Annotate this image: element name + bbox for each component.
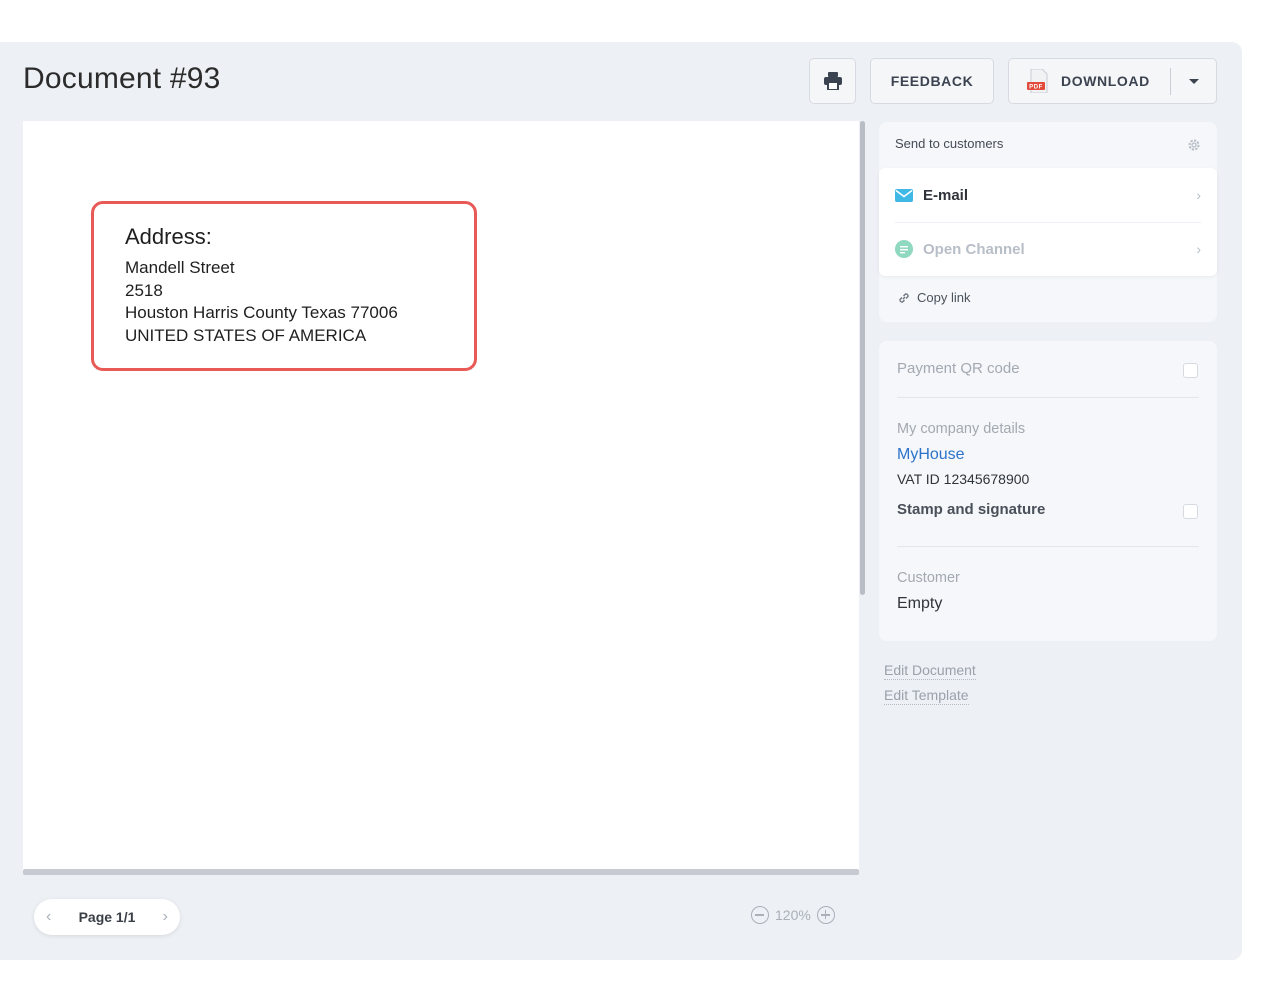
zoom-out-icon[interactable] <box>751 906 769 924</box>
download-divider <box>1170 68 1171 95</box>
zoom-in-icon[interactable] <box>816 906 835 924</box>
address-line-street: Mandell Street <box>125 258 235 277</box>
chevron-down-icon[interactable] <box>1189 79 1199 84</box>
address-line-number: 2518 <box>125 280 163 300</box>
page-title: Document #93 <box>23 62 221 95</box>
customer-label: Customer <box>897 570 960 586</box>
feedback-button[interactable]: FEEDBACK <box>870 58 994 104</box>
edit-template-link[interactable]: Edit Template <box>884 687 969 705</box>
company-name-link[interactable]: MyHouse <box>897 446 965 464</box>
page-navigator: ‹ Page 1/1 › <box>34 899 180 935</box>
company-details-label: My company details <box>897 421 1026 437</box>
channel-open-label: Open Channel <box>923 240 1025 258</box>
address-block: Address: Mandell Street 2518 Houston Har… <box>91 201 477 371</box>
channel-email-label: E-mail <box>923 186 969 204</box>
zoom-control: 120% <box>751 906 835 924</box>
customer-value[interactable]: Empty <box>897 595 942 613</box>
chevron-right-icon[interactable]: › <box>163 908 168 926</box>
copy-link-button[interactable]: Copy link <box>897 290 970 305</box>
stamp-signature-label: Stamp and signature <box>897 501 1046 518</box>
zoom-level: 120% <box>775 907 811 923</box>
stamp-signature-checkbox[interactable] <box>1183 504 1198 519</box>
channel-email[interactable]: E-mail › <box>895 168 1201 223</box>
link-icon <box>899 292 909 303</box>
printer-icon <box>823 72 842 90</box>
payment-qr-checkbox[interactable] <box>1183 363 1198 378</box>
chevron-right-icon: › <box>1196 241 1201 257</box>
gear-icon[interactable] <box>1187 138 1201 152</box>
chat-icon <box>895 240 913 258</box>
chevron-right-icon: › <box>1196 187 1201 203</box>
page-indicator: Page 1/1 <box>78 909 136 925</box>
vertical-scrollbar[interactable] <box>860 121 865 595</box>
payment-qr-label: Payment QR code <box>897 360 1020 377</box>
envelope-icon <box>895 188 913 202</box>
copy-link-label: Copy link <box>917 290 971 305</box>
chevron-left-icon[interactable]: ‹ <box>46 908 51 926</box>
edit-document-link[interactable]: Edit Document <box>884 662 976 680</box>
divider <box>897 397 1199 398</box>
horizontal-scrollbar[interactable] <box>23 869 859 875</box>
send-header: Send to customers <box>895 136 1004 151</box>
send-to-customers-panel: Send to customers E-mail › Open Channel … <box>879 122 1217 322</box>
channel-list: E-mail › Open Channel › <box>879 168 1217 276</box>
address-line-country: UNITED STATES OF AMERICA <box>125 325 367 345</box>
vat-id: VAT ID 12345678900 <box>897 471 1030 487</box>
download-label: DOWNLOAD <box>1061 73 1150 89</box>
pdf-icon: PDF <box>1027 69 1048 93</box>
print-button[interactable] <box>809 58 856 104</box>
download-button[interactable]: PDF DOWNLOAD <box>1008 58 1217 104</box>
svg-text:PDF: PDF <box>1029 84 1043 90</box>
address-line-city: Houston Harris County Texas 77006 <box>125 303 398 322</box>
document-details-panel: Payment QR code My company details MyHou… <box>879 341 1217 641</box>
address-heading: Address: <box>125 224 212 249</box>
channel-open-channel[interactable]: Open Channel › <box>895 222 1201 276</box>
divider <box>897 546 1199 547</box>
